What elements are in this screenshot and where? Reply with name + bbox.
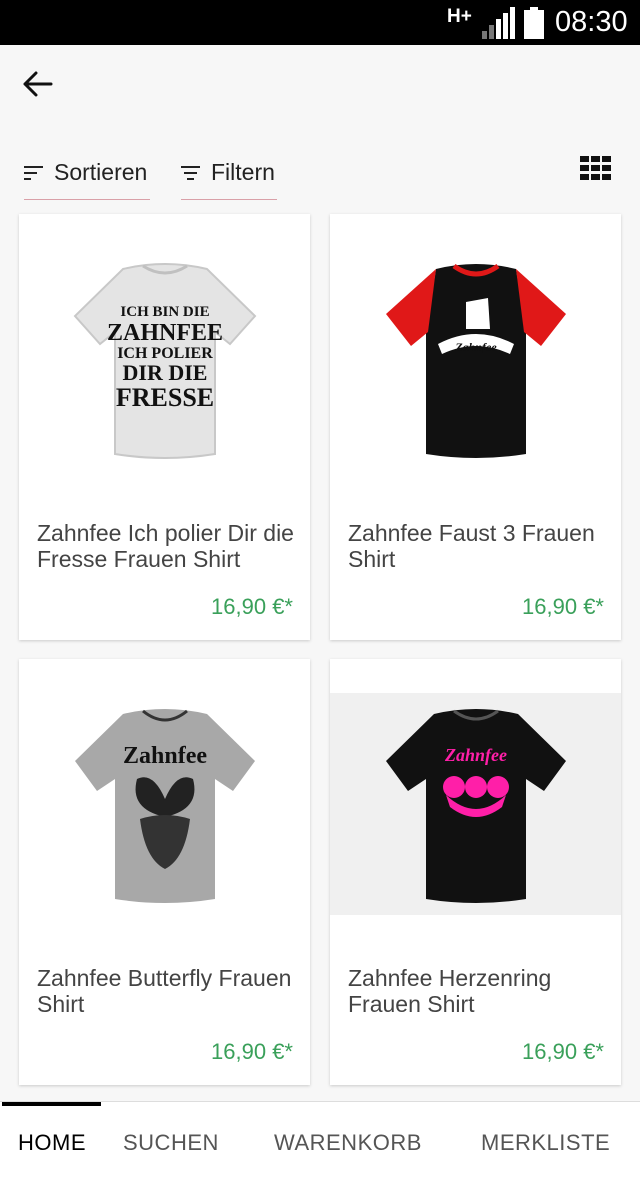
tshirt-image: ICH BIN DIE ZAHNFEE ICH POLIER DIR DIE F… [73,263,256,459]
clock: 08:30 [555,6,628,38]
arrow-left-icon [23,71,53,97]
sort-icon [24,165,43,180]
product-card[interactable]: ICH BIN DIE ZAHNFEE ICH POLIER DIR DIE F… [19,214,310,640]
product-title: Zahnfee Butterfly Frauen Shirt [37,965,292,1017]
shirt-print-line: Zahnfee [454,340,497,354]
status-bar: H+ 08:30 [0,0,640,45]
grid-view-icon[interactable] [580,156,612,180]
product-price: 16,90 €* [211,1039,293,1064]
filter-button[interactable]: Filtern [181,146,277,200]
product-title: Zahnfee Ich polier Dir die Fresse Frauen… [37,520,294,572]
tshirt-image: Zahnfee [385,709,566,903]
shirt-print-line: DIR DIE [122,360,207,385]
product-price: 16,90 €* [522,1039,604,1064]
active-tab-indicator [2,1102,101,1106]
product-image: Zahnfee [330,248,621,470]
shirt-print-line: ICH BIN DIE [120,304,209,320]
product-card[interactable]: Zahnfee Zahnfee Butterfly Frauen Shirt 1… [19,659,310,1085]
product-image: Zahnfee [330,693,621,915]
sort-button[interactable]: Sortieren [24,146,150,200]
product-card[interactable]: Zahnfee Zahnfee Faust 3 Frauen Shirt 16,… [330,214,621,640]
shirt-print-line: FRESSE [115,383,213,412]
bottom-navigation: HOME SUCHEN WARENKORB MERKLISTE [0,1101,640,1181]
filter-icon [181,165,200,180]
shirt-print-line: ZAHNFEE [106,320,222,346]
nav-cart[interactable]: WARENKORB [274,1130,422,1156]
battery-icon [524,7,544,39]
filter-label: Filtern [211,159,275,185]
product-price: 16,90 €* [211,594,293,619]
product-price: 16,90 €* [522,594,604,619]
product-image: ICH BIN DIE ZAHNFEE ICH POLIER DIR DIE F… [19,248,310,470]
shirt-print-line: Zahnfee [444,745,507,765]
tshirt-image: Zahnfee [385,263,566,458]
nav-wishlist[interactable]: MERKLISTE [481,1130,610,1156]
product-image: Zahnfee [19,693,310,915]
product-title: Zahnfee Herzenring Frauen Shirt [348,965,552,1017]
product-title: Zahnfee Faust 3 Frauen Shirt [348,520,595,572]
shirt-print-line: Zahnfee [123,743,207,769]
nav-home[interactable]: HOME [18,1130,86,1156]
signal-icon [482,7,515,39]
back-button[interactable] [16,62,60,106]
network-type: H+ [447,6,472,27]
sort-label: Sortieren [54,159,148,185]
nav-search[interactable]: SUCHEN [123,1130,219,1156]
tshirt-image: Zahnfee [74,709,255,903]
product-card[interactable]: Zahnfee Zahnfee Herzenring Frauen Shirt … [330,659,621,1085]
